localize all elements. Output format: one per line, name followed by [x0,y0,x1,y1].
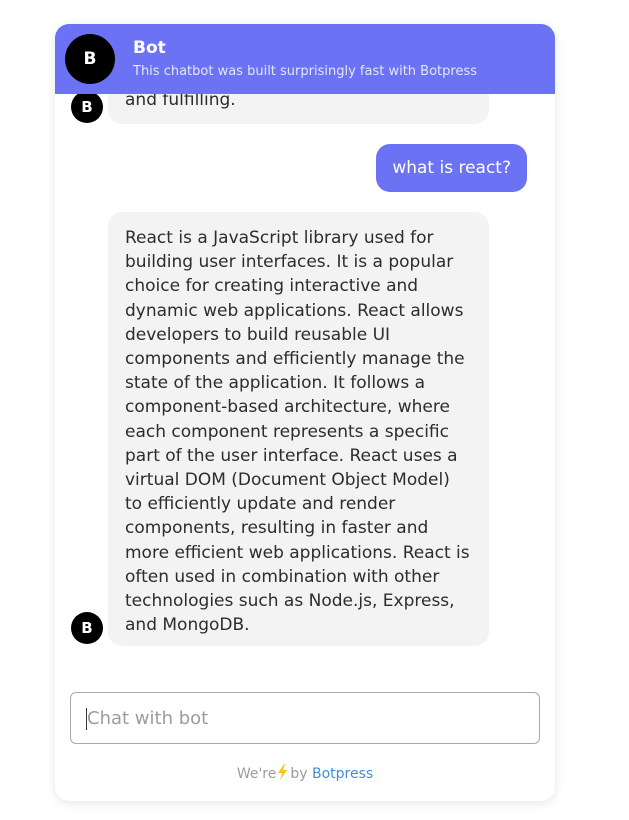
user-message-bubble: what is react? [376,144,527,192]
bot-message-text: and fulfilling. [125,94,236,110]
chat-input[interactable] [87,693,527,743]
lightning-bolt-icon [278,764,288,784]
bot-message-avatar: B [71,612,103,644]
bot-avatar: B [65,34,115,84]
bot-name: Bot [133,38,166,58]
composer [70,692,540,744]
message-list[interactable]: and fulfilling. B what is react? React i… [55,94,555,674]
bot-message-bubble: and fulfilling. [108,94,489,124]
botpress-link[interactable]: Botpress [312,766,373,782]
bot-message-bubble: React is a JavaScript library used for b… [108,212,489,646]
footer-by: by [290,766,308,782]
chat-header: B Bot This chatbot was built surprisingl… [55,24,555,94]
footer-prefix: We're [236,766,277,782]
bot-message-avatar: B [71,94,103,123]
footer: We're by Botpress [55,764,555,784]
bot-description: This chatbot was built surprisingly fast… [133,64,477,79]
chat-window: B Bot This chatbot was built surprisingl… [55,24,555,801]
